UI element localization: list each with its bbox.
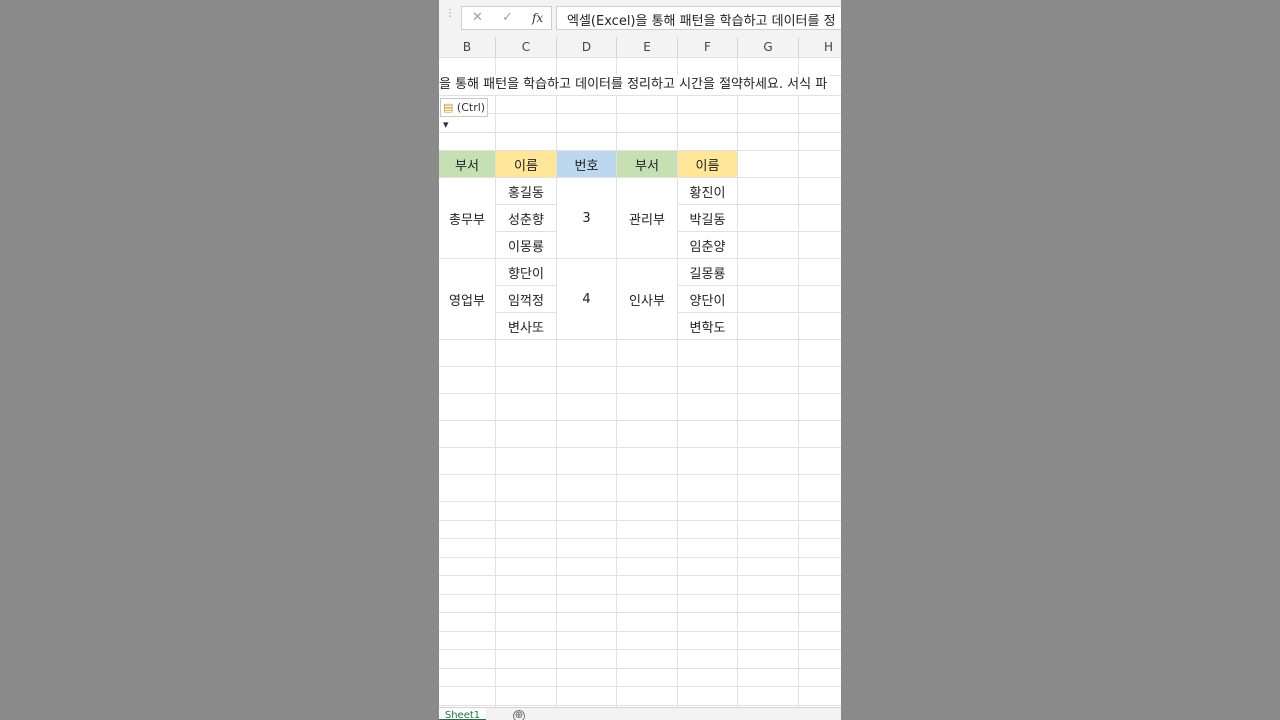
overflow-cell-text[interactable]: 을 통해 패턴을 학습하고 데이터를 정리하고 시간을 절약하세요. 서식 파 bbox=[439, 75, 830, 95]
header-cell-number[interactable]: 번호 bbox=[557, 151, 616, 177]
dept-cell[interactable]: 관리부 bbox=[617, 178, 677, 258]
name-cell[interactable]: 임춘양 bbox=[678, 232, 737, 258]
paste-options-button[interactable]: ▤ (Ctrl) ▾ bbox=[440, 98, 488, 131]
name-cell[interactable]: 양단이 bbox=[678, 286, 737, 312]
name-cell[interactable]: 박길동 bbox=[678, 205, 737, 231]
number-cell[interactable]: 4 bbox=[557, 259, 616, 339]
name-cell[interactable]: 변학도 bbox=[678, 313, 737, 339]
header-cell-name-left[interactable]: 이름 bbox=[496, 151, 556, 177]
name-cell[interactable]: 향단이 bbox=[496, 259, 556, 285]
number-cell[interactable]: 3 bbox=[557, 178, 616, 258]
dept-cell[interactable]: 인사부 bbox=[617, 259, 677, 339]
column-header-h[interactable]: H bbox=[799, 37, 841, 57]
header-cell-dept-right[interactable]: 부서 bbox=[617, 151, 677, 177]
name-cell[interactable]: 변사또 bbox=[496, 313, 556, 339]
name-cell[interactable]: 황진이 bbox=[678, 178, 737, 204]
column-header-d[interactable]: D bbox=[557, 37, 617, 57]
sheet-tab-bar: Sheet1 ⊕ bbox=[439, 707, 841, 720]
column-header-c[interactable]: C bbox=[496, 37, 557, 57]
column-header-e[interactable]: E bbox=[617, 37, 678, 57]
excel-window: ⋮ ✕ ✓ fx 엑셀(Excel)을 통해 패턴을 학습하고 데이터를 정 B… bbox=[439, 0, 841, 720]
enter-check-icon[interactable]: ✓ bbox=[502, 10, 513, 25]
name-cell[interactable]: 이몽룡 bbox=[496, 232, 556, 258]
name-cell[interactable]: 성춘향 bbox=[496, 205, 556, 231]
column-header-f[interactable]: F bbox=[678, 37, 738, 57]
dropdown-arrow-icon: ▾ bbox=[443, 118, 449, 131]
name-cell[interactable]: 임꺽정 bbox=[496, 286, 556, 312]
grip-icon[interactable]: ⋮ bbox=[445, 9, 455, 19]
header-cell-dept-left[interactable]: 부서 bbox=[439, 151, 495, 177]
column-header-g[interactable]: G bbox=[738, 37, 799, 57]
formula-buttons: ✕ ✓ fx bbox=[461, 6, 552, 30]
dept-cell[interactable]: 총무부 bbox=[439, 178, 495, 258]
clipboard-icon: ▤ bbox=[443, 101, 454, 114]
add-sheet-icon[interactable]: ⊕ bbox=[513, 710, 525, 720]
formula-bar: ⋮ ✕ ✓ fx 엑셀(Excel)을 통해 패턴을 학습하고 데이터를 정 bbox=[439, 0, 841, 38]
formula-input[interactable]: 엑셀(Excel)을 통해 패턴을 학습하고 데이터를 정 bbox=[556, 6, 841, 30]
column-headers: B C D E F G H bbox=[439, 37, 841, 58]
column-header-b[interactable]: B bbox=[439, 37, 496, 57]
dept-cell[interactable]: 영업부 bbox=[439, 259, 495, 339]
cancel-icon[interactable]: ✕ bbox=[472, 10, 483, 25]
insert-function-icon[interactable]: fx bbox=[532, 11, 543, 25]
name-cell[interactable]: 길몽룡 bbox=[678, 259, 737, 285]
paste-options-label: (Ctrl) bbox=[456, 101, 486, 114]
cell-grid[interactable]: 을 통해 패턴을 학습하고 데이터를 정리하고 시간을 절약하세요. 서식 파 … bbox=[439, 57, 841, 707]
header-cell-name-right[interactable]: 이름 bbox=[678, 151, 737, 177]
name-cell[interactable]: 홍길동 bbox=[496, 178, 556, 204]
sheet-tab-sheet1[interactable]: Sheet1 bbox=[439, 708, 486, 720]
